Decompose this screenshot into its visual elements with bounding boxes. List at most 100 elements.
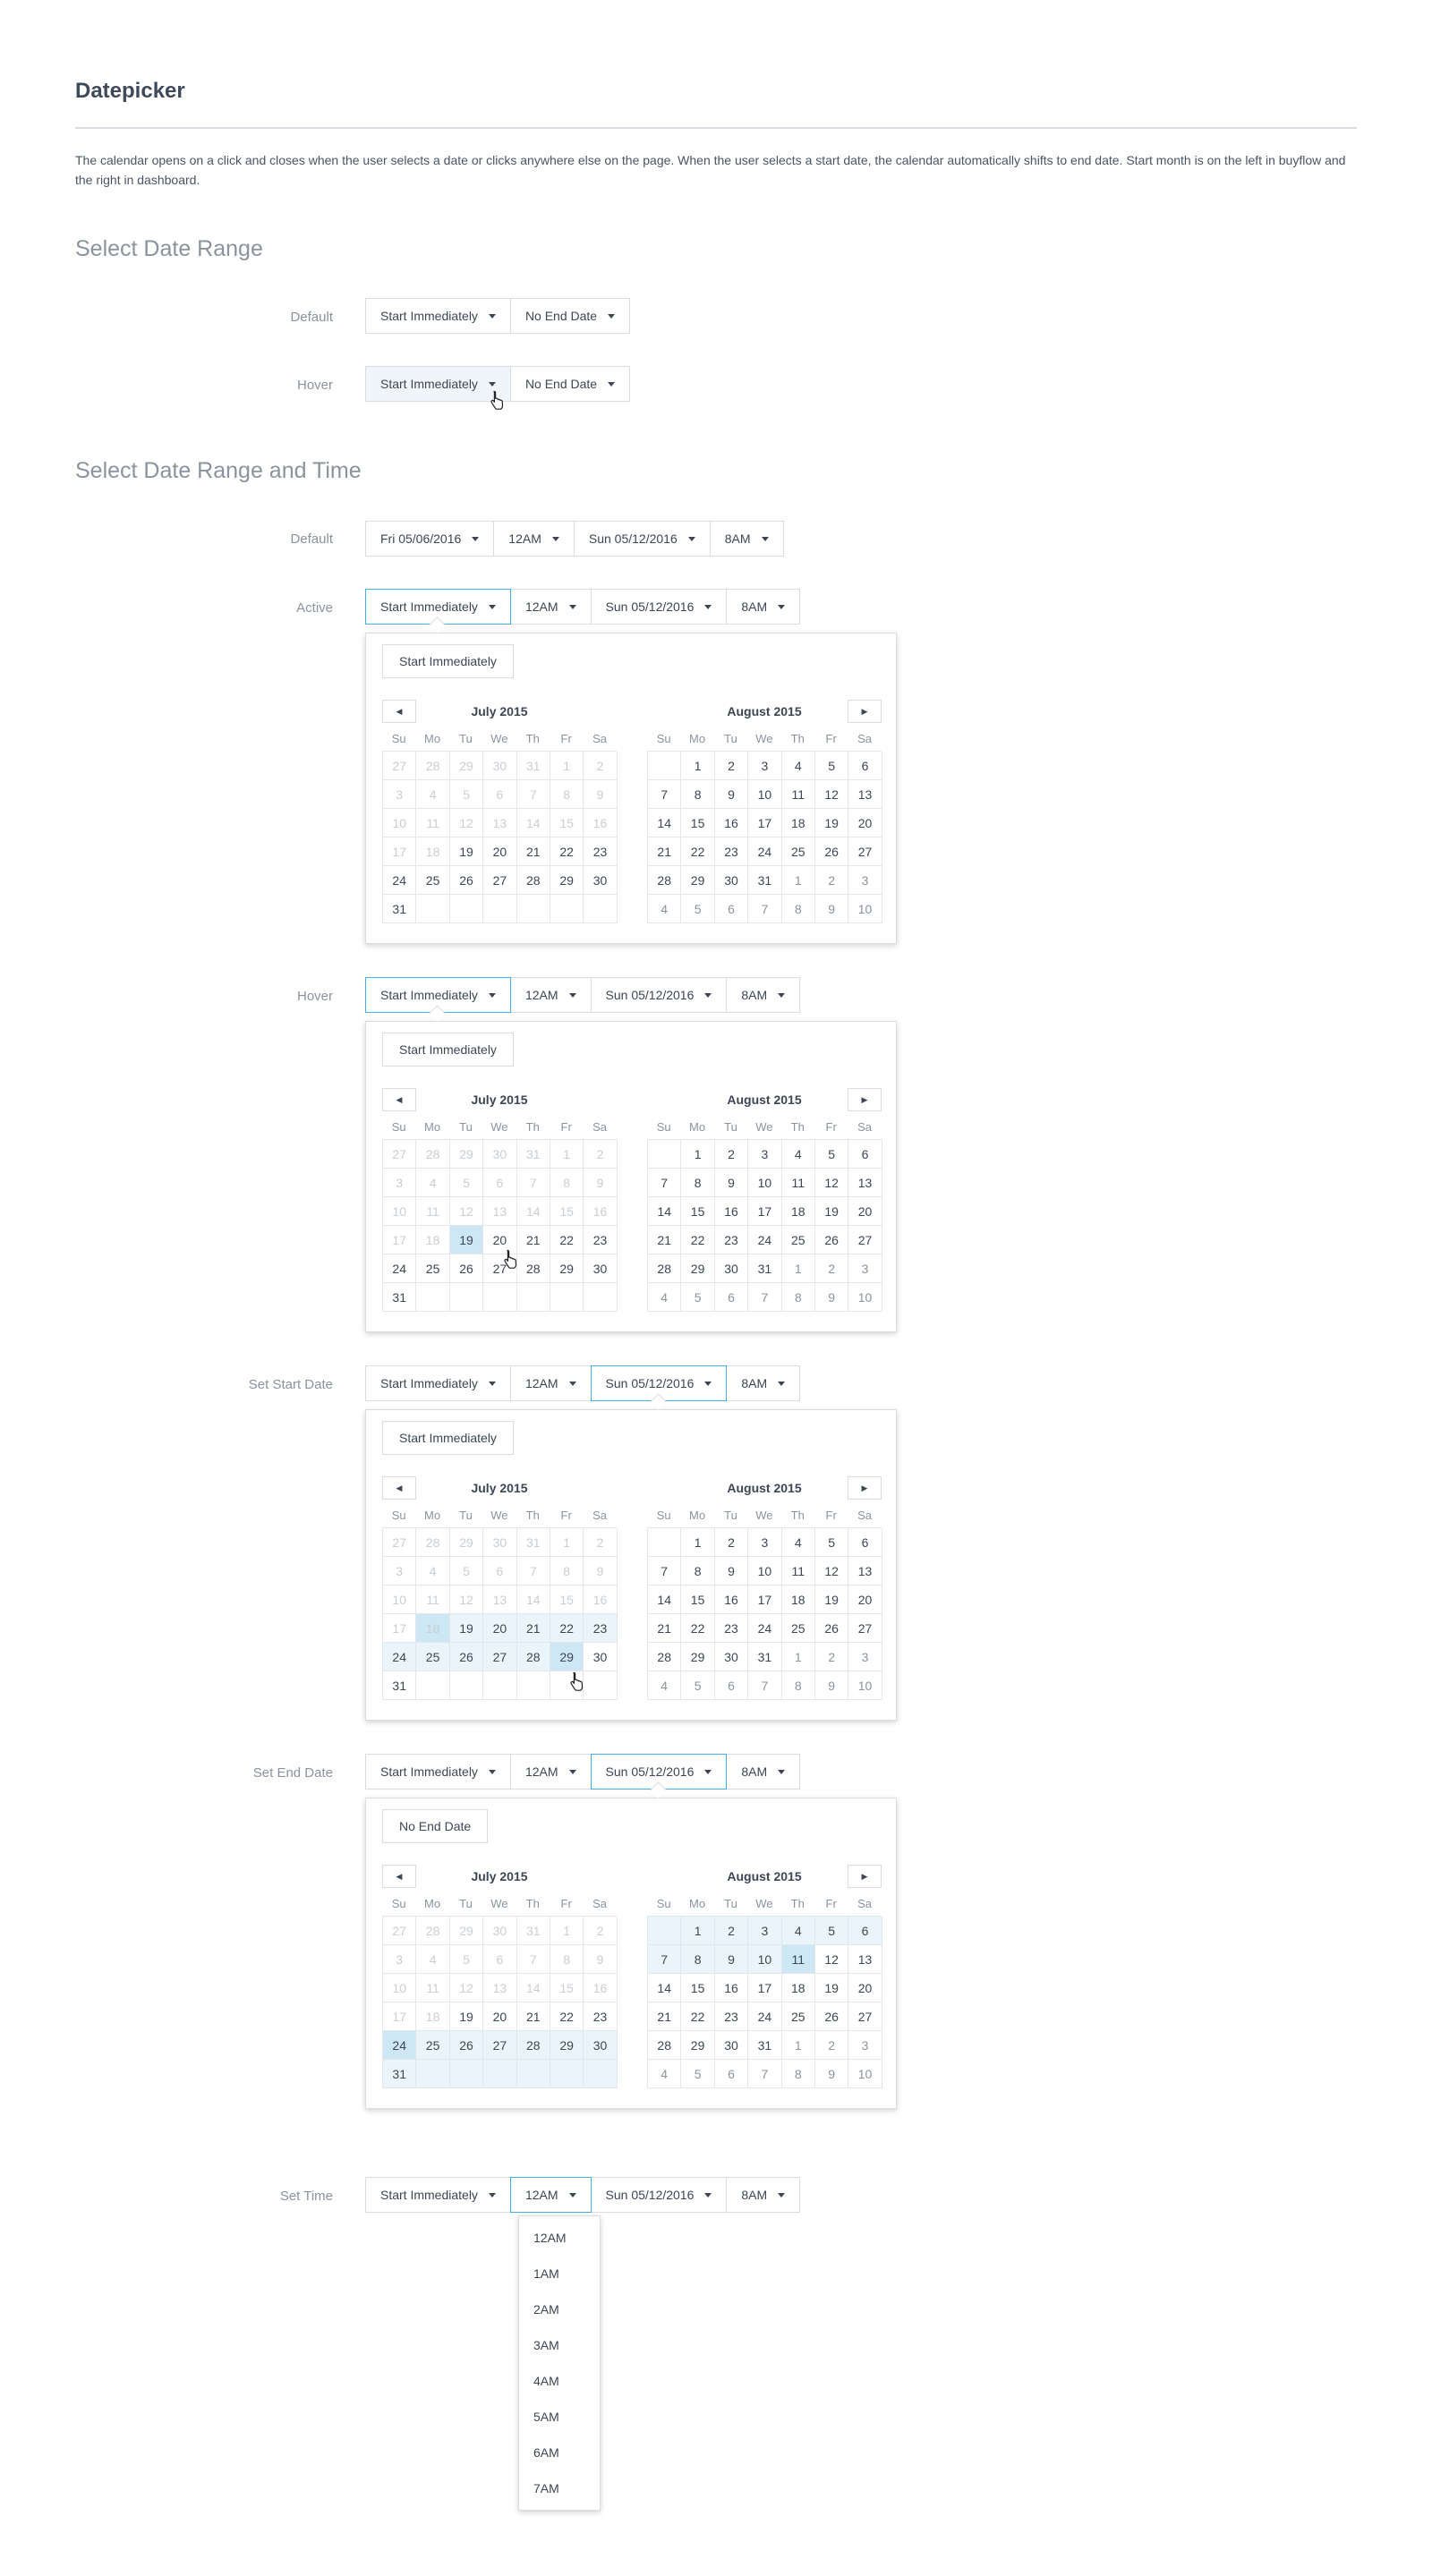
calendar-day[interactable]: 3 <box>848 1254 882 1283</box>
calendar-day[interactable]: 13 <box>848 1945 882 1974</box>
calendar-day[interactable]: 21 <box>648 837 682 866</box>
calendar-day[interactable]: 22 <box>681 1614 715 1643</box>
calendar-day[interactable]: 13 <box>848 780 882 809</box>
calendar-day[interactable]: 15 <box>681 1197 715 1226</box>
calendar-day[interactable]: 9 <box>584 1557 618 1586</box>
calendar-day[interactable]: 26 <box>449 1643 484 1671</box>
calendar-day[interactable]: 7 <box>748 2060 782 2088</box>
quick-select-button[interactable]: No End Date <box>382 1809 489 1843</box>
calendar-day[interactable]: 19 <box>814 1197 849 1226</box>
calendar-day[interactable]: 6 <box>848 1140 882 1169</box>
calendar-day[interactable]: 14 <box>516 809 550 837</box>
quick-select-button[interactable]: Start Immediately <box>382 1421 514 1455</box>
calendar-day[interactable]: 1 <box>781 866 815 895</box>
calendar-day[interactable]: 27 <box>848 1614 882 1643</box>
calendar-day[interactable]: 17 <box>383 1614 417 1643</box>
calendar-day[interactable]: 7 <box>516 1945 550 1974</box>
calendar-day[interactable]: 18 <box>416 1614 450 1643</box>
calendar-day[interactable]: 7 <box>648 780 682 809</box>
calendar-day[interactable]: 4 <box>781 1917 815 1945</box>
calendar-day[interactable]: 16 <box>584 809 618 837</box>
calendar-day[interactable]: 25 <box>416 2031 450 2060</box>
start-date-button[interactable]: Start Immediately <box>365 298 511 334</box>
calendar-day[interactable]: 15 <box>550 1586 584 1614</box>
calendar-day[interactable]: 10 <box>748 1945 782 1974</box>
calendar-day[interactable]: 9 <box>714 780 749 809</box>
calendar-day[interactable]: 14 <box>648 1586 682 1614</box>
calendar-day[interactable]: 10 <box>748 1557 782 1586</box>
calendar-day[interactable]: 3 <box>748 1140 782 1169</box>
calendar-day[interactable]: 5 <box>681 1283 715 1312</box>
calendar-day[interactable]: 2 <box>714 1140 749 1169</box>
calendar-day[interactable]: 13 <box>848 1557 882 1586</box>
calendar-day[interactable]: 17 <box>748 1974 782 2002</box>
calendar-day[interactable]: 20 <box>483 837 517 866</box>
calendar-day[interactable]: 27 <box>483 2031 517 2060</box>
calendar-day[interactable]: 20 <box>848 1197 882 1226</box>
calendar-day[interactable]: 5 <box>814 752 849 780</box>
calendar-day[interactable]: 1 <box>781 1643 815 1671</box>
calendar-day[interactable]: 12 <box>449 1974 484 2002</box>
calendar-day[interactable]: 15 <box>681 1974 715 2002</box>
calendar-day[interactable]: 8 <box>550 1945 584 1974</box>
calendar-day[interactable]: 10 <box>383 1974 417 2002</box>
calendar-day[interactable]: 8 <box>681 1169 715 1197</box>
calendar-day[interactable]: 31 <box>748 1643 782 1671</box>
calendar-day[interactable]: 31 <box>748 1254 782 1283</box>
time-option[interactable]: 2AM <box>519 2291 600 2327</box>
calendar-day[interactable]: 27 <box>483 866 517 895</box>
calendar-day[interactable]: 26 <box>814 837 849 866</box>
start-time-button[interactable]: 12AM <box>493 521 575 557</box>
calendar-day[interactable]: 1 <box>681 1140 715 1169</box>
start-date-button[interactable]: Start Immediately <box>365 589 511 633</box>
calendar-day[interactable]: 7 <box>516 1169 550 1197</box>
calendar-day[interactable]: 12 <box>814 1169 849 1197</box>
calendar-day[interactable]: 29 <box>550 1643 584 1671</box>
calendar-day[interactable]: 2 <box>584 1528 618 1557</box>
calendar-day[interactable]: 18 <box>416 2002 450 2031</box>
calendar-day[interactable]: 11 <box>416 1974 450 2002</box>
calendar-day[interactable]: 3 <box>383 1557 417 1586</box>
calendar-day[interactable]: 28 <box>516 866 550 895</box>
calendar-day[interactable]: 5 <box>449 1945 484 1974</box>
calendar-day[interactable]: 3 <box>748 1917 782 1945</box>
calendar-day[interactable]: 7 <box>516 780 550 809</box>
calendar-day[interactable]: 17 <box>748 1197 782 1226</box>
calendar-day[interactable]: 5 <box>814 1528 849 1557</box>
calendar-day[interactable]: 9 <box>584 780 618 809</box>
calendar-day[interactable]: 30 <box>714 866 749 895</box>
time-option[interactable]: 4AM <box>519 2363 600 2399</box>
calendar-day[interactable]: 4 <box>416 780 450 809</box>
calendar-day[interactable]: 1 <box>681 1917 715 1945</box>
calendar-day[interactable]: 21 <box>648 1226 682 1254</box>
calendar-day[interactable]: 7 <box>748 895 782 923</box>
calendar-day[interactable]: 19 <box>449 2002 484 2031</box>
calendar-day[interactable]: 14 <box>516 1197 550 1226</box>
calendar-day[interactable]: 25 <box>416 1643 450 1671</box>
calendar-day[interactable]: 27 <box>383 752 417 780</box>
calendar-day[interactable]: 5 <box>449 1557 484 1586</box>
calendar-day[interactable]: 2 <box>714 1917 749 1945</box>
end-date-button[interactable]: Sun 05/12/2016 <box>590 589 728 625</box>
calendar-day[interactable]: 10 <box>383 809 417 837</box>
calendar-day[interactable]: 11 <box>781 1557 815 1586</box>
calendar-day[interactable]: 16 <box>584 1586 618 1614</box>
calendar-day[interactable]: 19 <box>814 809 849 837</box>
calendar-day[interactable]: 4 <box>416 1557 450 1586</box>
calendar-day[interactable]: 12 <box>814 780 849 809</box>
calendar-day[interactable]: 11 <box>416 809 450 837</box>
calendar-day[interactable]: 22 <box>681 837 715 866</box>
calendar-day[interactable]: 26 <box>814 1226 849 1254</box>
calendar-day[interactable]: 7 <box>748 1283 782 1312</box>
calendar-day[interactable]: 15 <box>550 809 584 837</box>
calendar-day[interactable]: 6 <box>483 1557 517 1586</box>
calendar-day[interactable]: 25 <box>781 1226 815 1254</box>
calendar-day[interactable]: 20 <box>848 1974 882 2002</box>
calendar-day[interactable]: 12 <box>814 1557 849 1586</box>
calendar-day[interactable]: 5 <box>814 1140 849 1169</box>
calendar-day[interactable]: 29 <box>449 1140 484 1169</box>
calendar-day[interactable]: 14 <box>648 809 682 837</box>
start-date-button[interactable]: Fri 05/06/2016 <box>365 521 495 557</box>
calendar-day[interactable]: 18 <box>781 1586 815 1614</box>
time-option[interactable]: 3AM <box>519 2327 600 2363</box>
